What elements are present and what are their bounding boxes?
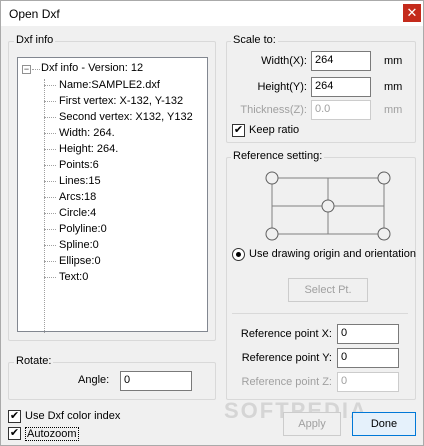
- tree-item-spline[interactable]: Spline:0: [59, 239, 99, 251]
- height-label: Height(Y):: [257, 81, 307, 93]
- tree-item-circle[interactable]: Circle:4: [59, 207, 96, 219]
- tree-connector: [44, 149, 56, 150]
- title-bar: Open Dxf ✕: [0, 0, 424, 26]
- tree-connector: [44, 101, 56, 102]
- apply-button[interactable]: Apply: [283, 412, 341, 436]
- tree-item-name[interactable]: Name:SAMPLE2.dxf: [59, 79, 160, 91]
- reference-y-label: Reference point Y:: [241, 352, 332, 364]
- tree-connector: [32, 69, 40, 70]
- dxf-info-group-label: Dxf info: [14, 34, 56, 46]
- tree-item-width[interactable]: Width: 264.: [59, 127, 115, 139]
- tree-connector: [44, 229, 56, 230]
- width-input[interactable]: 264: [311, 51, 371, 71]
- thickness-input: 0.0: [311, 100, 371, 120]
- tree-item-arcs[interactable]: Arcs:18: [59, 191, 96, 203]
- width-label: Width(X):: [261, 55, 307, 67]
- ref-point-bottom-left: [265, 227, 279, 241]
- color-index-label: Use Dxf color index: [25, 410, 121, 422]
- reference-z-input: 0: [337, 372, 399, 392]
- reference-divider: [232, 313, 408, 314]
- tree-connector: [44, 197, 56, 198]
- tree-connector: [44, 181, 56, 182]
- tree-item-height[interactable]: Height: 264.: [59, 143, 118, 155]
- tree-item-lines[interactable]: Lines:15: [59, 175, 101, 187]
- select-point-button[interactable]: Select Pt.: [288, 278, 368, 302]
- tree-connector: [44, 245, 56, 246]
- tree-item-second-vertex[interactable]: Second vertex: X132, Y132: [59, 111, 193, 123]
- tree-connector: [44, 117, 56, 118]
- tree-item-ellipse[interactable]: Ellipse:0: [59, 255, 101, 267]
- reference-x-input[interactable]: 0: [337, 324, 399, 344]
- close-button[interactable]: ✕: [403, 4, 421, 22]
- tree-root-item[interactable]: Dxf info - Version: 12: [41, 62, 143, 74]
- width-unit: mm: [384, 55, 403, 67]
- reference-y-input[interactable]: 0: [337, 348, 399, 368]
- thickness-unit: mm: [384, 104, 403, 116]
- tree-connector: [44, 133, 56, 134]
- tree-connector: [44, 165, 56, 166]
- scale-to-group-label: Scale to:: [231, 34, 278, 46]
- reference-z-label: Reference point Z:: [241, 376, 333, 388]
- ref-point-top-left: [265, 171, 279, 185]
- ref-point-center: [321, 199, 335, 213]
- reference-group-label: Reference setting:: [231, 150, 325, 162]
- dxf-info-tree[interactable]: − Dxf info - Version: 12 Name:SAMPLE2.dx…: [17, 57, 208, 333]
- radio-selected-dot: [236, 252, 241, 257]
- tree-connector: [44, 277, 56, 278]
- checkmark-icon: ✔: [9, 410, 20, 422]
- done-button[interactable]: Done: [352, 412, 416, 436]
- height-unit: mm: [384, 81, 403, 93]
- reference-x-label: Reference point X:: [240, 328, 332, 340]
- tree-connector: [44, 213, 56, 214]
- tree-item-polyline[interactable]: Polyline:0: [59, 223, 107, 235]
- ref-point-top-right: [377, 171, 391, 185]
- tree-connector: [44, 261, 56, 262]
- checkmark-icon: ✔: [9, 427, 20, 439]
- close-icon: ✕: [406, 5, 418, 20]
- tree-item-text[interactable]: Text:0: [59, 271, 88, 283]
- keep-ratio-label: Keep ratio: [249, 124, 300, 136]
- checkmark-icon: ✔: [233, 124, 244, 136]
- autozoom-label: Autozoom: [25, 427, 79, 441]
- reference-point-diagram[interactable]: [262, 168, 394, 244]
- thickness-label: Thickness(Z):: [240, 104, 307, 116]
- color-index-checkbox[interactable]: ✔: [8, 410, 21, 423]
- tree-connector: [44, 85, 56, 86]
- collapse-icon[interactable]: −: [22, 65, 31, 74]
- angle-label: Angle:: [78, 374, 110, 386]
- autozoom-checkbox[interactable]: ✔: [8, 427, 21, 440]
- height-input[interactable]: 264: [311, 77, 371, 97]
- keep-ratio-checkbox[interactable]: ✔: [232, 124, 245, 137]
- window-title: Open Dxf: [9, 7, 60, 21]
- tree-item-points[interactable]: Points:6: [59, 159, 99, 171]
- angle-input[interactable]: 0: [120, 371, 192, 391]
- tree-item-first-vertex[interactable]: First vertex: X-132, Y-132: [59, 95, 183, 107]
- use-origin-label: Use drawing origin and orientation: [249, 248, 416, 260]
- rotate-group-label: Rotate:: [14, 355, 54, 367]
- ref-point-bottom-right: [377, 227, 391, 241]
- use-origin-radio[interactable]: [232, 248, 245, 261]
